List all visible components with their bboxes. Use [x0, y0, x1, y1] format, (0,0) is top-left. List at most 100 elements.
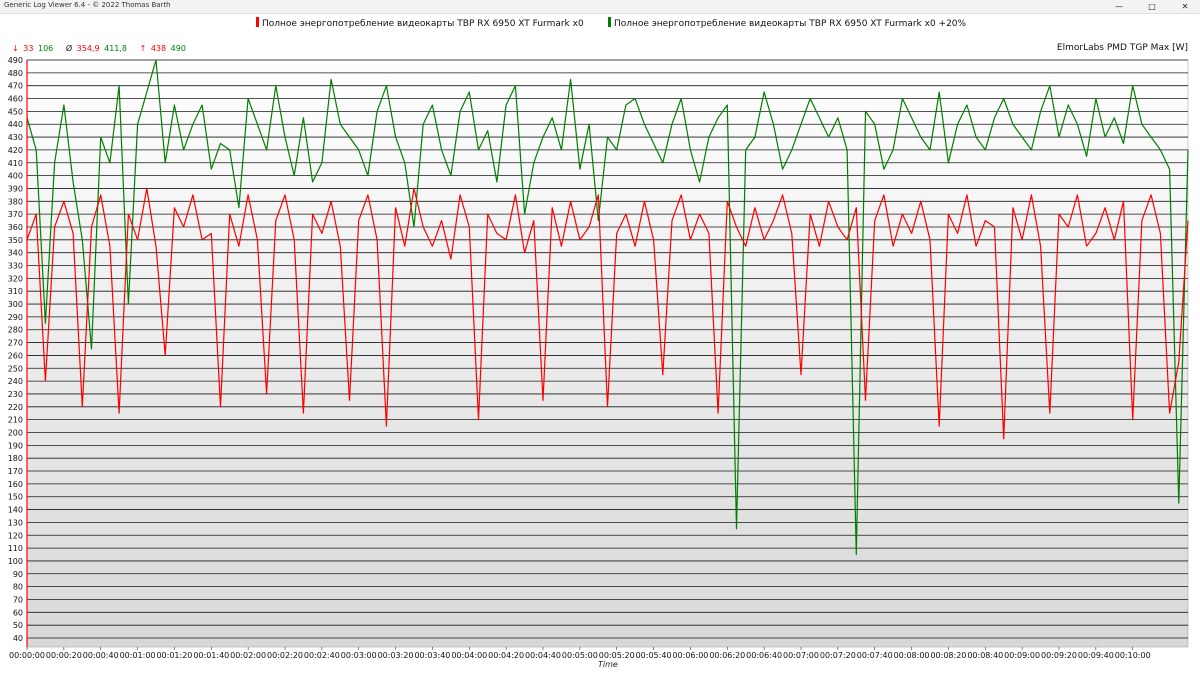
y-tick-label: 160: [8, 480, 23, 489]
y-tick-label: 440: [8, 120, 23, 129]
stats-max: ↑ 438 490: [140, 44, 188, 53]
y-tick-label: 480: [8, 69, 23, 78]
x-tick-label: 00:04:20: [488, 651, 524, 660]
legend-label-red: Полное энергопотребление видеокарты TBP …: [262, 19, 584, 29]
stat-avg-red: 354,9: [76, 44, 100, 53]
y-tick-label: 80: [13, 583, 23, 592]
x-tick-label: 00:03:00: [341, 651, 377, 660]
x-tick-label: 00:08:20: [930, 651, 966, 660]
x-tick-label: 00:04:00: [451, 651, 487, 660]
avg-symbol-icon: Ø: [65, 44, 73, 53]
y-tick-label: 370: [8, 210, 23, 219]
legend-entry-red[interactable]: Полное энергопотребление видеокарты TBP …: [256, 17, 584, 29]
plot-background: [26, 59, 1189, 648]
x-tick-label: 00:01:40: [193, 651, 229, 660]
x-axis-title: Time: [598, 660, 618, 669]
y-tick-label: 320: [8, 274, 23, 283]
stats-avg: Ø 354,9 411,8: [66, 44, 132, 53]
y-tick-label: 420: [8, 146, 23, 155]
y-tick-label: 300: [8, 300, 23, 309]
y-tick-label: 290: [8, 313, 23, 322]
maximize-icon[interactable]: □: [1138, 0, 1166, 13]
y-tick-label: 400: [8, 172, 23, 181]
stats-bar: ↓ 33 106 Ø 354,9 411,8 ↑ 438 490: [12, 44, 196, 53]
x-tick-label: 00:03:20: [378, 651, 414, 660]
x-tick-label: 00:07:20: [820, 651, 856, 660]
x-tick-label: 00:08:40: [967, 651, 1003, 660]
legend-swatch-red: [256, 17, 259, 27]
x-tick-label: 00:05:40: [636, 651, 672, 660]
legend-entry-green[interactable]: Полное энергопотребление видеокарты TBP …: [608, 17, 966, 29]
y-tick-label: 470: [8, 82, 23, 91]
x-tick-label: 00:02:40: [304, 651, 340, 660]
x-tick-label: 00:09:00: [1004, 651, 1040, 660]
x-tick-label: 00:00:40: [83, 651, 119, 660]
y-tick-label: 410: [8, 159, 23, 168]
y-tick-label: 240: [8, 377, 23, 386]
x-tick-label: 00:08:00: [894, 651, 930, 660]
y-tick-label: 390: [8, 184, 23, 193]
minimize-icon[interactable]: —: [1105, 0, 1133, 13]
y-tick-label: 130: [8, 518, 23, 527]
y-tick-label: 210: [8, 416, 23, 425]
y-tick-label: 220: [8, 403, 23, 412]
x-tick-label: 00:07:00: [783, 651, 819, 660]
x-axis-ticks: 00:00:00 00:00:20 00:00:40 00:01:00 00:01:20…: [9, 647, 1151, 660]
y-tick-label: 200: [8, 428, 23, 437]
y-tick-label: 260: [8, 351, 23, 360]
legend-swatch-green: [608, 17, 611, 27]
x-tick-label: 00:09:20: [1041, 651, 1077, 660]
y-tick-label: 40: [13, 634, 23, 643]
y-tick-label: 350: [8, 236, 23, 245]
x-tick-label: 00:06:40: [746, 651, 782, 660]
x-tick-label: 00:02:00: [230, 651, 266, 660]
max-arrow-icon: ↑: [139, 44, 147, 53]
y-tick-label: 60: [13, 608, 23, 617]
x-tick-label: 00:03:40: [414, 651, 450, 660]
app-title: Generic Log Viewer 6.4 - © 2022 Thomas B…: [4, 1, 171, 9]
min-arrow-icon: ↓: [12, 44, 19, 53]
stats-min: ↓ 33 106: [12, 44, 58, 53]
y-tick-label: 340: [8, 249, 23, 258]
y-tick-label: 330: [8, 262, 23, 271]
stat-max-green: 490: [170, 44, 186, 53]
x-tick-label: 00:05:00: [562, 651, 598, 660]
stat-max-red: 438: [150, 44, 167, 53]
x-tick-label: 00:01:00: [120, 651, 156, 660]
y-tick-label: 140: [8, 506, 23, 515]
stat-avg-green: 411,8: [104, 44, 128, 53]
y-tick-label: 190: [8, 441, 23, 450]
y-tick-label: 90: [13, 570, 23, 579]
y-tick-label: 280: [8, 326, 23, 335]
x-tick-label: 00:01:20: [156, 651, 192, 660]
y-tick-label: 170: [8, 467, 23, 476]
y-tick-label: 360: [8, 223, 23, 232]
close-icon[interactable]: ✕: [1171, 0, 1199, 13]
y-tick-label: 230: [8, 390, 23, 399]
y-tick-label: 110: [8, 544, 23, 553]
sensor-label: ElmorLabs PMD TGP Max [W]: [1056, 43, 1188, 53]
y-tick-label: 270: [8, 339, 23, 348]
x-tick-label: 00:04:40: [525, 651, 561, 660]
x-tick-label: 00:00:20: [46, 651, 82, 660]
x-tick-label: 00:06:20: [709, 651, 745, 660]
stat-min-red: 33: [23, 44, 34, 53]
y-tick-label: 450: [8, 107, 23, 116]
y-tick-label: 490: [8, 56, 23, 65]
y-tick-label: 120: [8, 531, 23, 540]
x-tick-label: 00:10:00: [1115, 651, 1151, 660]
legend-label-green: Полное энергопотребление видеокарты TBP …: [614, 19, 967, 29]
x-tick-label: 00:05:20: [599, 651, 635, 660]
x-tick-label: 00:07:40: [857, 651, 893, 660]
y-tick-label: 180: [8, 454, 23, 463]
y-tick-label: 250: [8, 364, 23, 373]
y-tick-label: 50: [13, 621, 23, 630]
power-chart[interactable]: 40 50 60 70 80 90 100 110 120 130 140 150 160 170 180 1…: [0, 55, 1200, 667]
y-tick-label: 460: [8, 95, 23, 104]
x-tick-label: 00:00:00: [9, 651, 45, 660]
y-tick-label: 70: [13, 595, 23, 604]
x-tick-label: 00:06:00: [672, 651, 708, 660]
x-tick-label: 00:09:40: [1078, 651, 1114, 660]
window-titlebar: Generic Log Viewer 6.4 - © 2022 Thomas B…: [0, 0, 1200, 14]
y-axis-ticks: 40 50 60 70 80 90 100 110 120 130 140 150 160 170 180 1…: [8, 56, 23, 643]
